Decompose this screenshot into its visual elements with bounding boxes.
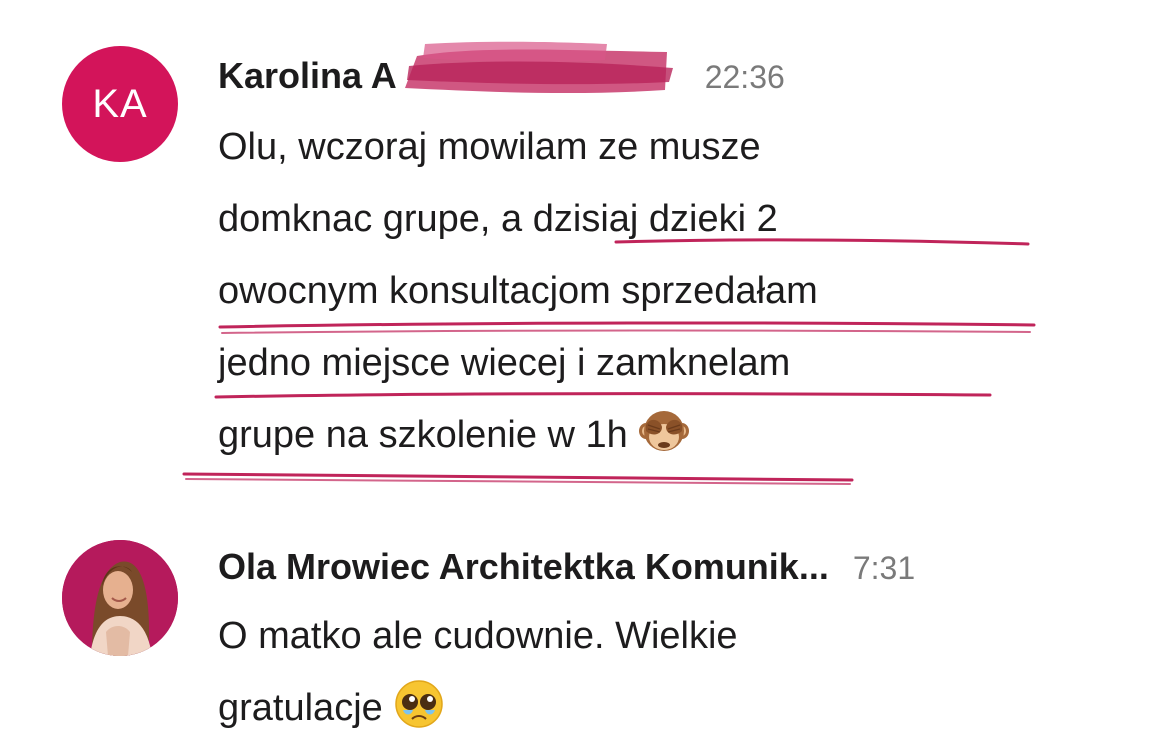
underline-mark <box>182 472 854 482</box>
message-line-last: gratulacje <box>218 672 445 744</box>
sender-name[interactable]: Karolina A <box>218 55 397 97</box>
message-line: O matko ale cudownie. Wielkie <box>218 615 738 657</box>
pleading-face-icon <box>393 678 445 730</box>
sender-name[interactable]: Ola Mrowiec Architektka Komunik... <box>218 546 829 588</box>
avatar[interactable] <box>62 540 178 656</box>
message-line: jedno miejsce wiecej i zamknelam <box>218 342 791 384</box>
message-time[interactable]: 22:36 <box>705 59 785 96</box>
redaction-mark <box>401 41 681 94</box>
message-header: Karolina A 22:36 <box>218 41 785 97</box>
message-time[interactable]: 7:31 <box>853 550 915 587</box>
message-text: grupe na szkolenie w 1h <box>218 414 628 456</box>
message-line: Olu, wczoraj mowilam ze musze <box>218 126 761 168</box>
underline-mark <box>185 478 851 485</box>
message-line: domknac grupe, a dzisiaj dzieki 2 <box>218 198 778 240</box>
avatar[interactable]: KA <box>62 46 178 162</box>
message-line-last: grupe na szkolenie w 1h <box>218 399 690 471</box>
see-no-evil-monkey-icon <box>638 405 690 457</box>
message-header: Ola Mrowiec Architektka Komunik... 7:31 <box>218 546 915 588</box>
message-line: owocnym konsultacjom sprzedałam <box>218 270 818 312</box>
message-text: gratulacje <box>218 687 383 729</box>
